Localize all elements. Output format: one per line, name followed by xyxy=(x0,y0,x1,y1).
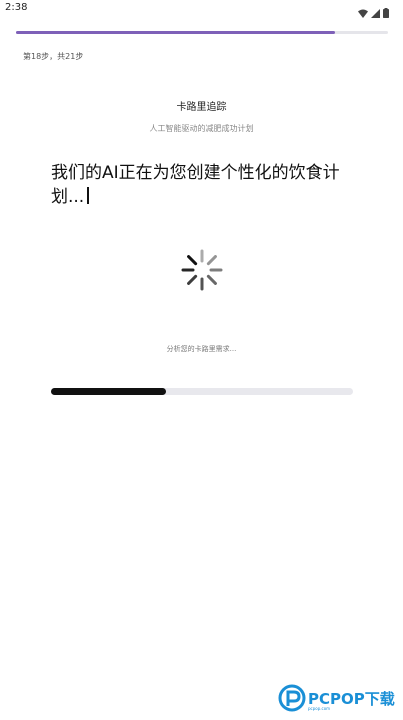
loading-progress-bar xyxy=(51,388,353,395)
step-progress-fill xyxy=(16,31,335,34)
spinner-spoke xyxy=(206,274,217,285)
typing-message-text: 我们的AI正在为您创建个性化的饮食计划... xyxy=(51,163,340,207)
loading-spinner-icon xyxy=(181,249,223,291)
watermark-logo: PCPOP下载 pcpop.com xyxy=(278,684,398,714)
status-bar: 2:38 xyxy=(0,0,403,18)
battery-icon xyxy=(383,3,389,22)
spinner-spoke xyxy=(187,274,198,285)
app-screen: 2:38 第18步，共21步 卡路里追踪 人工智能驱动的减肥成功计划 我们的AI… xyxy=(0,0,403,720)
analyzing-status-text: 分析您的卡路里需求... xyxy=(166,345,237,353)
status-icons xyxy=(358,3,389,22)
watermark-tagline: pcpop.com xyxy=(308,706,331,711)
spinner-spoke xyxy=(206,255,217,266)
signal-icon xyxy=(371,3,380,22)
app-subtitle: 人工智能驱动的减肥成功计划 xyxy=(149,124,254,133)
step-counter-label: 第18步，共21步 xyxy=(23,52,84,61)
pcpop-logo-icon xyxy=(278,684,306,712)
step-progress-bar xyxy=(16,31,388,34)
typing-message: 我们的AI正在为您创建个性化的饮食计划... xyxy=(51,161,351,209)
app-title: 卡路里追踪 xyxy=(176,102,227,113)
wifi-icon xyxy=(358,3,368,22)
loading-progress-fill xyxy=(51,388,166,395)
spinner-spoke xyxy=(187,255,198,266)
status-time: 2:38 xyxy=(5,2,28,13)
typing-cursor xyxy=(87,187,90,204)
